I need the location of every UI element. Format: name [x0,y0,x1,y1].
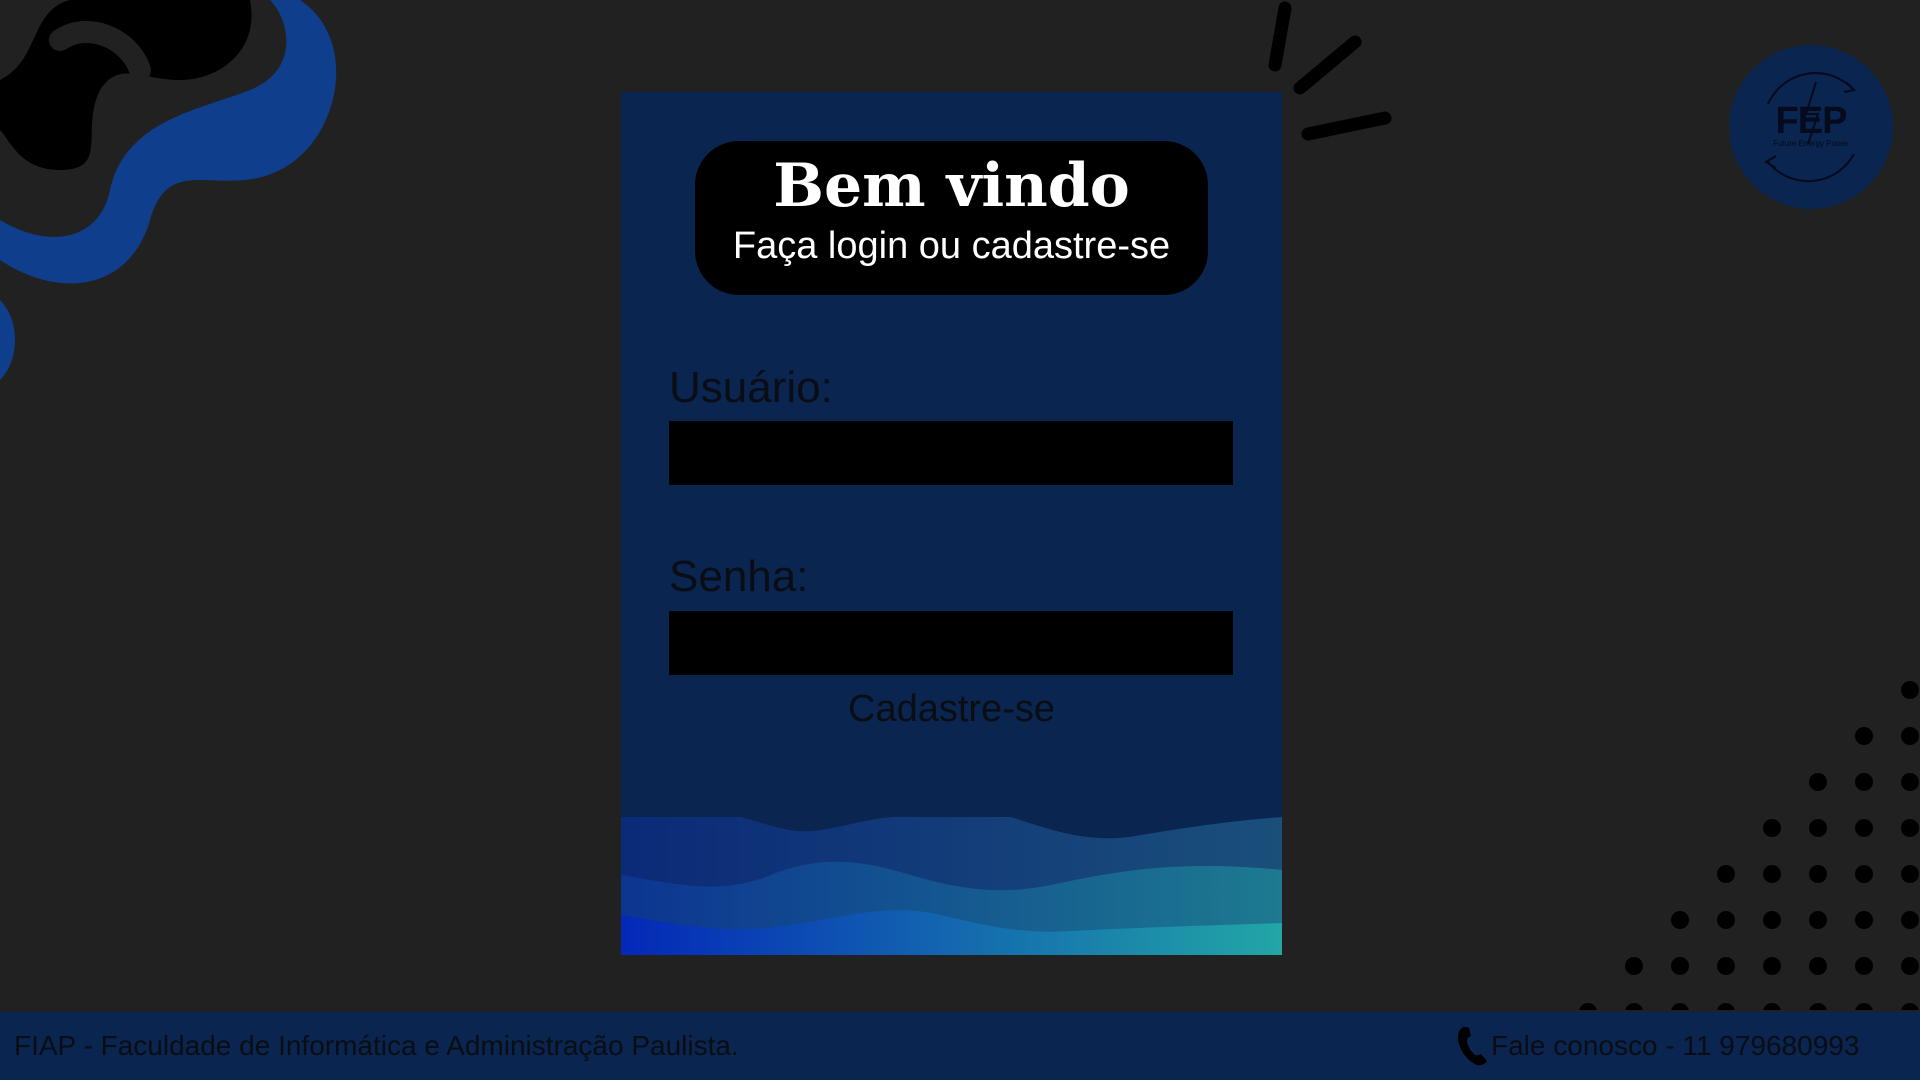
username-label: Usuário: [669,363,833,412]
dot-decoration [1717,957,1735,975]
dot-decoration [1763,819,1781,837]
dot-decoration [1901,819,1919,837]
dot-decoration [1901,865,1919,883]
dot-decoration [1717,865,1735,883]
dot-decoration [1809,1003,1827,1010]
dot-decoration [1809,957,1827,975]
welcome-banner: Bem vindo Faça login ou cadastre-se [695,141,1208,295]
logo-tagline: Future Energy Power [1773,139,1849,148]
welcome-subtitle: Faça login ou cadastre-se [732,225,1171,267]
squiggle-decoration [0,0,337,380]
login-page: FEP Future Energy Power Bem vindo Faça l… [0,0,1920,1080]
footer: FIAP - Faculdade de Informática e Admini… [0,1012,1920,1080]
dot-decoration [1855,1003,1873,1010]
dot-decoration [1901,773,1919,791]
dot-decoration [1579,1003,1597,1010]
dot-decoration [1763,865,1781,883]
welcome-title: Bem vindo [773,151,1130,221]
dot-decoration [1901,911,1919,929]
dot-decoration [1671,1003,1689,1010]
dot-decoration [1717,911,1735,929]
password-label: Senha: [669,552,809,601]
dot-decoration [1855,773,1873,791]
phone-icon [1458,1027,1487,1066]
contact-link[interactable]: Fale conosco - 11 979680993 [1455,1022,1859,1070]
dot-decoration [1763,911,1781,929]
dot-decoration [1809,865,1827,883]
dot-decoration [1717,1003,1735,1010]
dot-decoration [1855,911,1873,929]
password-input[interactable] [669,611,1233,675]
login-card: Bem vindo Faça login ou cadastre-se Usuá… [621,92,1282,955]
signup-link[interactable]: Cadastre-se [621,686,1282,732]
dot-decoration [1809,773,1827,791]
dot-decoration [1901,681,1919,699]
contact-text: Fale conosco - 11 979680993 [1491,1030,1860,1061]
dot-decoration [1855,957,1873,975]
dot-decoration [1763,957,1781,975]
wave-decoration [621,816,1282,955]
dot-decoration [1625,957,1643,975]
dot-decoration [1671,911,1689,929]
dot-decoration [1625,1003,1643,1010]
dot-decoration [1763,1003,1781,1010]
username-input[interactable] [669,421,1233,485]
dot-decoration [1671,957,1689,975]
dot-decoration [1809,911,1827,929]
fep-logo-icon: FEP Future Energy Power [1728,44,1894,210]
dot-decoration [1855,727,1873,745]
logo-name: FEP [1775,100,1848,142]
footer-institution: FIAP - Faculdade de Informática e Admini… [14,1030,739,1061]
dot-decoration [1901,1003,1919,1010]
dot-decoration [1855,819,1873,837]
dot-decoration [1809,819,1827,837]
dot-decoration [1901,957,1919,975]
dot-decoration [1901,727,1919,745]
dot-decoration [1855,865,1873,883]
dot-grid-decoration [1579,681,1919,1010]
